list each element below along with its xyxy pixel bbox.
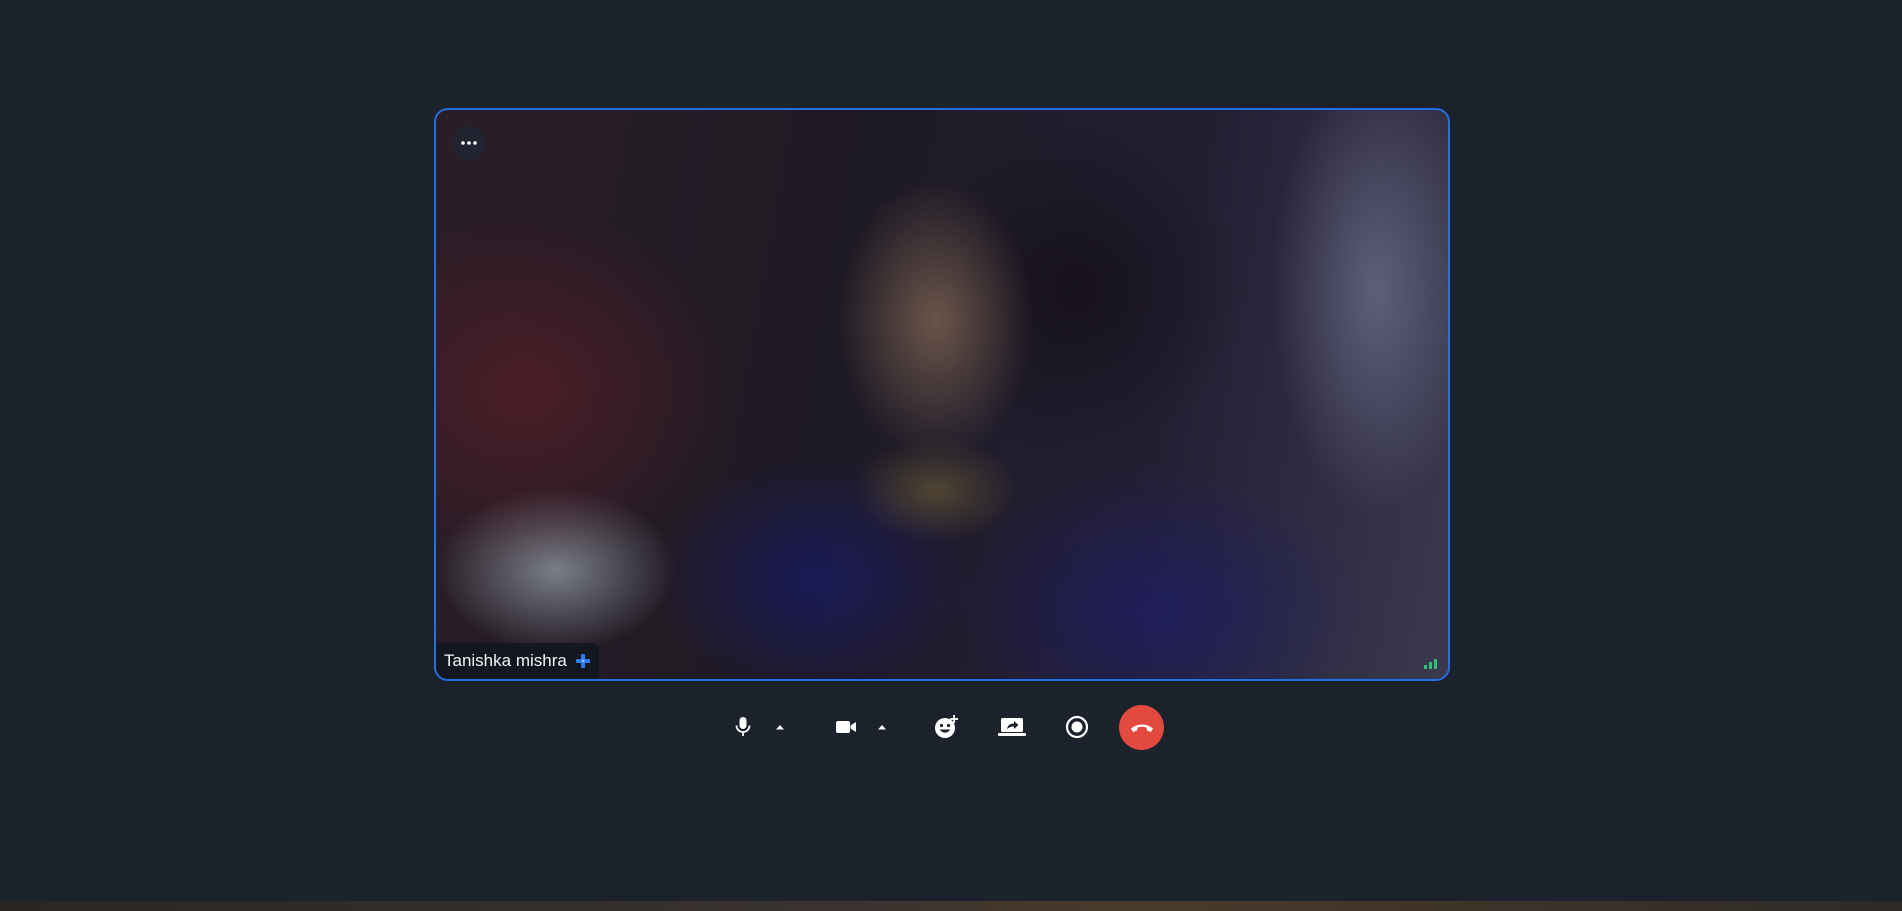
reactions-button[interactable] [930,705,964,749]
tile-more-options-button[interactable] [452,126,486,160]
participant-name-tag: Tanishka mishra [436,643,599,679]
signal-strength-icon [1424,659,1437,669]
video-camera-icon [836,721,856,733]
record-button[interactable] [1060,705,1094,749]
caret-up-icon [776,725,784,730]
camera-button[interactable] [830,705,862,749]
audio-options-button[interactable] [770,705,790,749]
call-stage: Tanishka mishra [0,0,1902,911]
participant-video-tile[interactable]: Tanishka mishra [434,108,1450,681]
more-horizontal-icon [461,141,477,145]
share-screen-button[interactable] [994,705,1030,749]
video-options-button[interactable] [872,705,892,749]
leave-call-button[interactable] [1119,705,1164,750]
record-icon [1065,715,1089,739]
screen-share-icon [998,718,1026,736]
microphone-icon [735,717,751,736]
pro-plus-icon [575,654,590,668]
bottom-edge-strip [0,901,1902,911]
participant-name: Tanishka mishra [444,651,567,670]
phone-hangup-icon [1130,724,1153,732]
microphone-button[interactable] [728,705,758,749]
call-controls-bar [0,705,1902,750]
emoji-add-icon [935,715,959,738]
participant-video-feed [436,110,1448,679]
caret-up-icon [878,725,886,730]
